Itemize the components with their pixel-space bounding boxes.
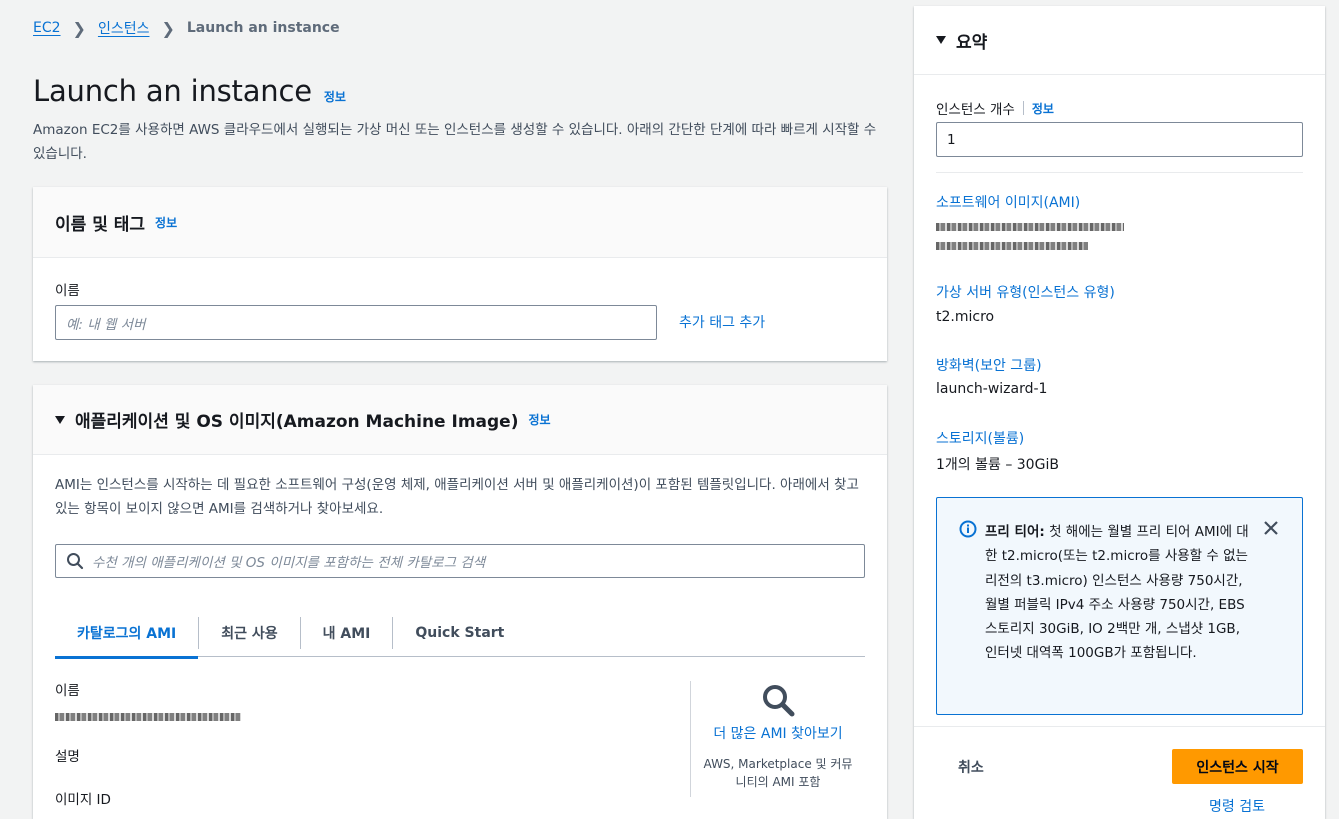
search-icon bbox=[761, 683, 795, 717]
page-header: Launch an instance 정보 bbox=[33, 74, 346, 108]
vertical-divider bbox=[690, 681, 691, 797]
free-tier-text-block: 프리 티어: 첫 해에는 월별 프리 티어 AMI에 대한 t2.micro(또… bbox=[985, 520, 1250, 666]
breadcrumb-instances[interactable]: 인스턴스 bbox=[98, 18, 150, 38]
ami-title: 애플리케이션 및 OS 이미지(Amazon Machine Image) bbox=[75, 412, 519, 432]
summary-instance-type-value: t2.micro bbox=[936, 309, 995, 325]
instance-count-label-row: 인스턴스 개수 정보 bbox=[936, 98, 1054, 118]
summary-instance-type-link[interactable]: 가상 서버 유형(인스턴스 유형) bbox=[936, 282, 1115, 302]
instance-count-input[interactable]: 1 bbox=[936, 122, 1303, 157]
page-info-link[interactable]: 정보 bbox=[324, 88, 346, 105]
divider bbox=[914, 726, 1325, 727]
more-amis-link[interactable]: 더 많은 AMI 찾아보기 bbox=[703, 723, 853, 743]
ami-tabs: 카탈로그의 AMI 최근 사용 내 AMI Quick Start bbox=[55, 609, 865, 659]
name-tags-panel: 이름 및 태그 정보 이름 예: 내 웹 서버 추가 태그 추가 bbox=[33, 187, 887, 361]
caret-down-icon bbox=[55, 415, 65, 424]
ami-panel: 애플리케이션 및 OS 이미지(Amazon Machine Image) 정보… bbox=[33, 385, 887, 819]
tab-recent[interactable]: 최근 사용 bbox=[199, 609, 299, 657]
breadcrumb-ec2[interactable]: EC2 bbox=[33, 20, 61, 36]
breadcrumb-current: Launch an instance bbox=[186, 20, 340, 36]
name-input[interactable]: 예: 내 웹 서버 bbox=[55, 305, 657, 340]
name-tags-info-link[interactable]: 정보 bbox=[155, 214, 177, 231]
more-amis-subtext: AWS, Marketplace 및 커뮤니티의 AMI 포함 bbox=[703, 757, 853, 789]
ami-header[interactable]: 애플리케이션 및 OS 이미지(Amazon Machine Image) 정보 bbox=[33, 385, 887, 455]
name-label: 이름 bbox=[55, 283, 80, 299]
label-divider bbox=[1022, 101, 1024, 115]
cancel-button[interactable]: 취소 bbox=[958, 757, 984, 777]
summary-header[interactable]: 요약 bbox=[914, 6, 1325, 75]
summary-title: 요약 bbox=[956, 32, 988, 53]
free-tier-alert: 프리 티어: 첫 해에는 월별 프리 티어 AMI에 대한 t2.micro(또… bbox=[936, 497, 1303, 715]
free-tier-title: 프리 티어: bbox=[985, 524, 1045, 540]
ami-search-input[interactable]: 수천 개의 애플리케이션 및 OS 이미지를 포함하는 전체 카탈로그 검색 bbox=[55, 544, 865, 578]
name-tags-header: 이름 및 태그 정보 bbox=[33, 187, 887, 258]
breadcrumb: EC2 ❯ 인스턴스 ❯ Launch an instance bbox=[33, 18, 340, 38]
ami-image-id-label: 이미지 ID bbox=[55, 792, 111, 808]
close-icon[interactable] bbox=[1263, 520, 1279, 536]
summary-storage-value: 1개의 볼륨 – 30GiB bbox=[936, 457, 1059, 473]
chevron-right-icon: ❯ bbox=[72, 18, 86, 38]
ami-search-placeholder: 수천 개의 애플리케이션 및 OS 이미지를 포함하는 전체 카탈로그 검색 bbox=[92, 555, 486, 571]
ami-name-label: 이름 bbox=[55, 683, 80, 699]
add-tags-link[interactable]: 추가 태그 추가 bbox=[679, 312, 765, 332]
tab-catalog-ami[interactable]: 카탈로그의 AMI bbox=[55, 609, 199, 659]
review-commands-link[interactable]: 명령 검토 bbox=[1209, 796, 1265, 816]
ami-name-value-redacted bbox=[55, 713, 241, 721]
summary-panel: 요약 인스턴스 개수 정보 1 소프트웨어 이미지(AMI) 가상 서버 유형(… bbox=[914, 6, 1325, 819]
ami-info-link[interactable]: 정보 bbox=[528, 411, 550, 428]
page-description: Amazon EC2를 사용하면 AWS 클라우드에서 실행되는 가상 머신 또… bbox=[33, 122, 877, 162]
instance-count-value: 1 bbox=[947, 131, 956, 148]
name-input-placeholder: 예: 내 웹 서버 bbox=[66, 316, 146, 333]
name-tags-title: 이름 및 태그 bbox=[55, 214, 146, 235]
instance-count-info-link[interactable]: 정보 bbox=[1032, 100, 1054, 117]
divider bbox=[936, 172, 1303, 173]
browse-more-amis[interactable]: 더 많은 AMI 찾아보기 AWS, Marketplace 및 커뮤니티의 A… bbox=[703, 683, 853, 791]
tab-quick-start[interactable]: Quick Start bbox=[393, 609, 526, 657]
ami-desc-label: 설명 bbox=[55, 749, 80, 765]
page-title: Launch an instance bbox=[33, 74, 312, 108]
search-icon bbox=[66, 552, 84, 570]
summary-ami-value-redacted bbox=[936, 242, 1088, 250]
info-icon bbox=[959, 520, 977, 538]
launch-instance-button[interactable]: 인스턴스 시작 bbox=[1172, 749, 1303, 784]
summary-firewall-value: launch-wizard-1 bbox=[936, 381, 1048, 397]
free-tier-text: 첫 해에는 월별 프리 티어 AMI에 대한 t2.micro(또는 t2.mi… bbox=[985, 524, 1249, 662]
chevron-right-icon: ❯ bbox=[161, 18, 175, 38]
summary-storage-link[interactable]: 스토리지(볼륨) bbox=[936, 428, 1024, 448]
instance-count-label: 인스턴스 개수 bbox=[936, 102, 1015, 118]
ami-description: AMI는 인스턴스를 시작하는 데 필요한 소프트웨어 구성(운영 체제, 애플… bbox=[55, 477, 859, 517]
summary-firewall-link[interactable]: 방화벽(보안 그룹) bbox=[936, 355, 1042, 375]
caret-down-icon bbox=[936, 36, 946, 44]
tab-my-ami[interactable]: 내 AMI bbox=[301, 609, 393, 657]
summary-ami-link[interactable]: 소프트웨어 이미지(AMI) bbox=[936, 192, 1080, 212]
summary-ami-value-redacted bbox=[936, 223, 1124, 231]
